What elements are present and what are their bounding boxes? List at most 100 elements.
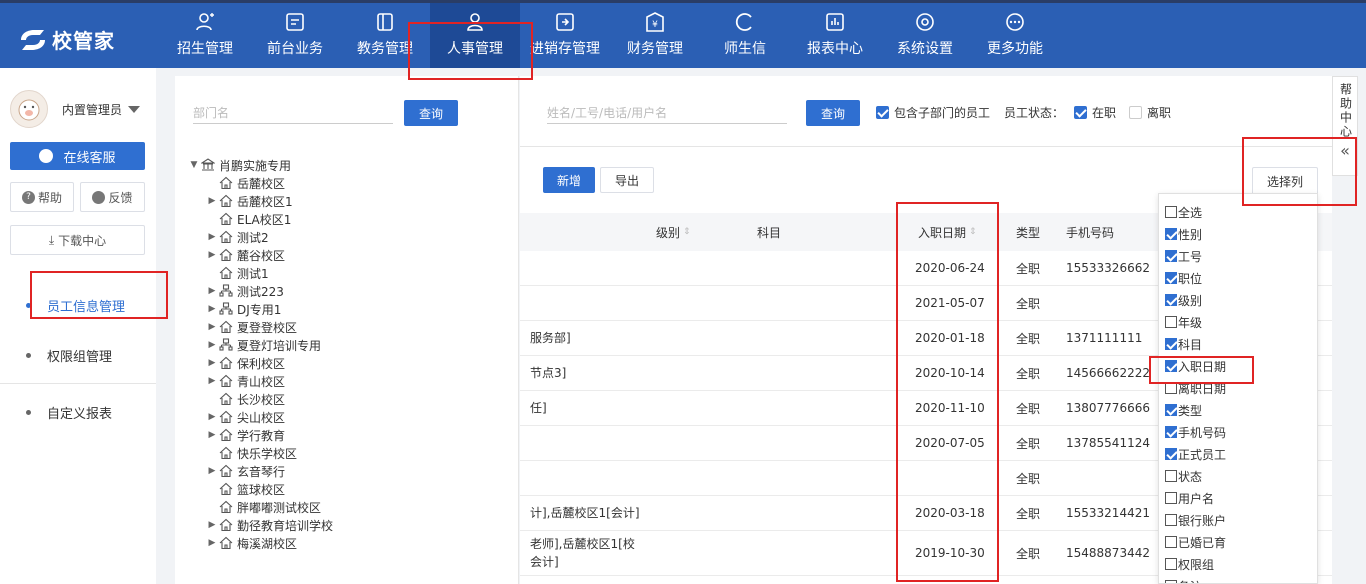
help-button[interactable]: ? 帮助 bbox=[10, 182, 74, 212]
tree-node[interactable]: 快乐学校区 bbox=[187, 444, 507, 462]
download-center-button[interactable]: ⤓ 下载中心 bbox=[10, 225, 145, 255]
nav-item-8[interactable]: 系统设置 bbox=[880, 3, 970, 68]
help-center-tab[interactable]: 帮助中心 « bbox=[1332, 76, 1358, 176]
tree-node[interactable]: ▶ 尖山校区 bbox=[187, 408, 507, 426]
tree-node[interactable]: ▶ 测试2 bbox=[187, 228, 507, 246]
expand-arrow-icon[interactable]: ▶ bbox=[205, 322, 219, 332]
tree-node[interactable]: ▶ 勤径教育培训学校 bbox=[187, 516, 507, 534]
checkbox-empty-icon[interactable] bbox=[1165, 558, 1177, 570]
checkbox-empty-icon[interactable] bbox=[1165, 580, 1177, 583]
column-option[interactable]: 全选 bbox=[1165, 202, 1202, 222]
app-logo[interactable]: 校管家 bbox=[18, 25, 115, 54]
tree-node[interactable]: ▶ 青山校区 bbox=[187, 372, 507, 390]
tree-node[interactable]: 岳麓校区 bbox=[187, 174, 507, 192]
employee-search-input[interactable] bbox=[547, 102, 787, 124]
column-option[interactable]: 年级 bbox=[1165, 312, 1202, 332]
nav-item-5[interactable]: ¥ 财务管理 bbox=[610, 3, 700, 68]
checkbox-checked-icon[interactable] bbox=[1165, 360, 1177, 372]
status-active-checkbox[interactable]: 在职 bbox=[1074, 104, 1116, 121]
expand-arrow-icon[interactable]: ▼ bbox=[187, 160, 201, 170]
tree-node[interactable]: ▶ 夏登登校区 bbox=[187, 318, 507, 336]
nav-item-1[interactable]: 前台业务 bbox=[250, 3, 340, 68]
expand-arrow-icon[interactable]: ▶ bbox=[205, 304, 219, 314]
expand-arrow-icon[interactable]: ▶ bbox=[205, 538, 219, 548]
nav-item-6[interactable]: 师生信 bbox=[700, 3, 790, 68]
department-search-input[interactable] bbox=[193, 102, 393, 124]
tree-node[interactable]: 测试1 bbox=[187, 264, 507, 282]
checkbox-checked-icon[interactable] bbox=[1165, 338, 1177, 350]
expand-arrow-icon[interactable]: ▶ bbox=[205, 466, 219, 476]
tree-node[interactable]: ▶ DJ专用1 bbox=[187, 300, 507, 318]
column-option[interactable]: 正式员工 bbox=[1165, 444, 1226, 464]
expand-arrow-icon[interactable]: ▶ bbox=[205, 376, 219, 386]
nav-item-7[interactable]: 报表中心 bbox=[790, 3, 880, 68]
expand-arrow-icon[interactable]: ▶ bbox=[205, 520, 219, 530]
checkbox-checked-icon[interactable] bbox=[1165, 404, 1177, 416]
sidebar-item-custom-report[interactable]: 自定义报表 bbox=[0, 387, 156, 437]
column-option[interactable]: 离职日期 bbox=[1165, 378, 1226, 398]
column-option[interactable]: 级别 bbox=[1165, 290, 1202, 310]
sidebar-item-employee-info[interactable]: 员工信息管理 bbox=[0, 280, 156, 330]
select-columns-button[interactable]: 选择列 bbox=[1252, 167, 1318, 195]
employee-query-button[interactable]: 查询 bbox=[806, 100, 860, 126]
tree-node[interactable]: 胖嘟嘟测试校区 bbox=[187, 498, 507, 516]
checkbox-checked-icon[interactable] bbox=[1165, 448, 1177, 460]
checkbox-checked-icon[interactable] bbox=[1165, 294, 1177, 306]
expand-arrow-icon[interactable]: ▶ bbox=[205, 196, 219, 206]
tree-node[interactable]: 长沙校区 bbox=[187, 390, 507, 408]
column-option[interactable]: 银行账户 bbox=[1165, 510, 1226, 530]
online-service-button[interactable]: 在线客服 bbox=[10, 142, 145, 170]
export-button[interactable]: 导出 bbox=[600, 167, 654, 193]
column-option[interactable]: 入职日期 bbox=[1165, 356, 1226, 376]
nav-item-3[interactable]: 人事管理 bbox=[430, 3, 520, 68]
column-option[interactable]: 状态 bbox=[1165, 466, 1202, 486]
nav-item-4[interactable]: 进销存管理 bbox=[520, 3, 610, 68]
tree-node[interactable]: ELA校区1 bbox=[187, 210, 507, 228]
header-join-date[interactable]: 入职日期 ⇕ bbox=[918, 213, 977, 251]
checkbox-checked-icon[interactable] bbox=[1165, 250, 1177, 262]
checkbox-empty-icon[interactable] bbox=[1165, 536, 1177, 548]
column-option[interactable]: 科目 bbox=[1165, 334, 1202, 354]
checkbox-empty-icon[interactable] bbox=[1165, 514, 1177, 526]
tree-node[interactable]: ▶ 麓谷校区 bbox=[187, 246, 507, 264]
add-employee-button[interactable]: 新增 bbox=[543, 167, 595, 193]
checkbox-empty-icon[interactable] bbox=[1165, 382, 1177, 394]
column-option[interactable]: 用户名 bbox=[1165, 488, 1214, 508]
nav-item-0[interactable]: 招生管理 bbox=[160, 3, 250, 68]
checkbox-checked-icon[interactable] bbox=[1165, 272, 1177, 284]
tree-node[interactable]: ▶ 岳麓校区1 bbox=[187, 192, 507, 210]
feedback-button[interactable]: 反馈 bbox=[80, 182, 145, 212]
checkbox-checked-icon[interactable] bbox=[1165, 426, 1177, 438]
column-option[interactable]: 已婚已育 bbox=[1165, 532, 1226, 552]
sidebar-item-permission-group[interactable]: 权限组管理 bbox=[0, 330, 156, 380]
checkbox-checked-icon[interactable] bbox=[1165, 228, 1177, 240]
expand-arrow-icon[interactable]: ▶ bbox=[205, 250, 219, 260]
column-option[interactable]: 性别 bbox=[1165, 224, 1202, 244]
include-sub-dept-checkbox[interactable]: 包含子部门的员工 bbox=[876, 104, 990, 121]
column-option[interactable]: 工号 bbox=[1165, 246, 1202, 266]
tree-node[interactable]: 篮球校区 bbox=[187, 480, 507, 498]
department-query-button[interactable]: 查询 bbox=[404, 100, 458, 126]
checkbox-empty-icon[interactable] bbox=[1165, 492, 1177, 504]
checkbox-empty-icon[interactable] bbox=[1165, 316, 1177, 328]
tree-node[interactable]: ▶ 玄音琴行 bbox=[187, 462, 507, 480]
nav-item-2[interactable]: 教务管理 bbox=[340, 3, 430, 68]
tree-node[interactable]: ▶ 梅溪湖校区 bbox=[187, 534, 507, 552]
expand-arrow-icon[interactable]: ▶ bbox=[205, 286, 219, 296]
checkbox-empty-icon[interactable] bbox=[1165, 470, 1177, 482]
expand-arrow-icon[interactable]: ▶ bbox=[205, 358, 219, 368]
checkbox-empty-icon[interactable] bbox=[1165, 206, 1177, 218]
column-option[interactable]: 备注 bbox=[1165, 576, 1202, 583]
tree-node[interactable]: ▶ 夏登灯培训专用 bbox=[187, 336, 507, 354]
expand-arrow-icon[interactable]: ▶ bbox=[205, 412, 219, 422]
column-option[interactable]: 权限组 bbox=[1165, 554, 1214, 574]
tree-node[interactable]: ▶ 保利校区 bbox=[187, 354, 507, 372]
expand-arrow-icon[interactable]: ▶ bbox=[205, 430, 219, 440]
tree-node[interactable]: ▶ 学行教育 bbox=[187, 426, 507, 444]
expand-arrow-icon[interactable]: ▶ bbox=[205, 340, 219, 350]
user-menu[interactable]: 内置管理员 bbox=[10, 90, 141, 128]
header-level[interactable]: 级别 ⇕ bbox=[656, 213, 691, 251]
column-option[interactable]: 类型 bbox=[1165, 400, 1202, 420]
nav-item-9[interactable]: 更多功能 bbox=[970, 3, 1060, 68]
status-left-checkbox[interactable]: 离职 bbox=[1129, 104, 1171, 121]
